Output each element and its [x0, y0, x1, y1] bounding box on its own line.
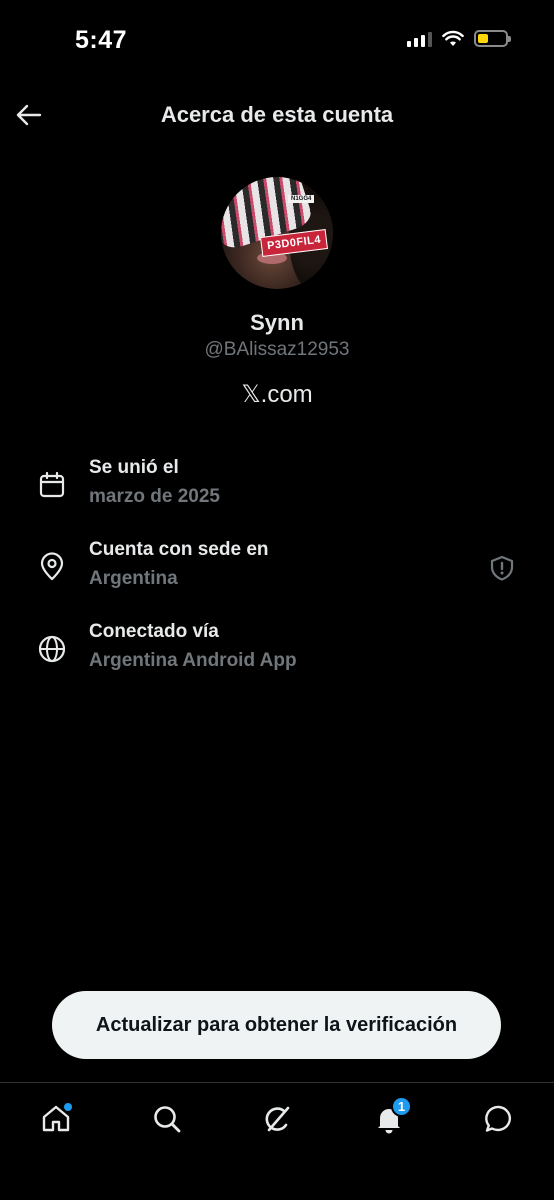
- site-label: 𝕏.com: [241, 381, 313, 408]
- battery-icon: [474, 30, 511, 47]
- get-verified-button[interactable]: Actualizar para obtener la verificación: [52, 991, 501, 1059]
- nav-messages[interactable]: [477, 1097, 521, 1141]
- info-row-connected: Conectado vía Argentina Android App: [34, 621, 524, 681]
- info-title: Se unió el: [89, 457, 179, 478]
- nav-search[interactable]: [145, 1097, 189, 1141]
- page-title: Acerca de esta cuenta: [160, 102, 394, 127]
- bottom-nav: 1: [0, 1082, 554, 1200]
- display-name: Synn: [250, 310, 304, 335]
- notifications-badge: 1: [391, 1096, 412, 1117]
- nav-grok[interactable]: [256, 1097, 300, 1141]
- avatar-sticker-small: N1GG4: [288, 195, 315, 203]
- info-value: marzo de 2025: [89, 486, 220, 507]
- nav-home[interactable]: [34, 1097, 78, 1141]
- status-icons: [407, 30, 511, 47]
- info-value: Argentina: [89, 568, 178, 589]
- wifi-icon: [442, 30, 464, 46]
- shield-icon: [490, 555, 514, 581]
- info-title: Cuenta con sede en: [89, 539, 269, 560]
- info-title: Conectado vía: [89, 621, 219, 642]
- signal-icon: [407, 31, 432, 47]
- grok-icon: [265, 1106, 290, 1132]
- messages-icon: [485, 1105, 512, 1132]
- info-row-joined: Se unió el marzo de 2025: [34, 457, 524, 517]
- username-handle: @BAlissaz12953: [204, 339, 350, 360]
- search-icon: [154, 1106, 181, 1133]
- avatar: N1GG4 P3D0FIL4: [221, 177, 333, 289]
- calendar-icon: [34, 467, 70, 503]
- info-row-location: Cuenta con sede en Argentina: [34, 539, 524, 599]
- about-account-screen: 5:47 Acerca de esta cuenta N1GG4 P3D0FIL…: [0, 0, 554, 1200]
- info-value: Argentina Android App: [89, 650, 297, 671]
- home-unread-dot: [64, 1103, 72, 1111]
- location-pin-icon: [34, 549, 70, 585]
- nav-notifications[interactable]: 1: [367, 1096, 412, 1141]
- globe-icon: [34, 631, 70, 667]
- shield-button[interactable]: [488, 554, 516, 582]
- status-time: 5:47: [75, 26, 128, 54]
